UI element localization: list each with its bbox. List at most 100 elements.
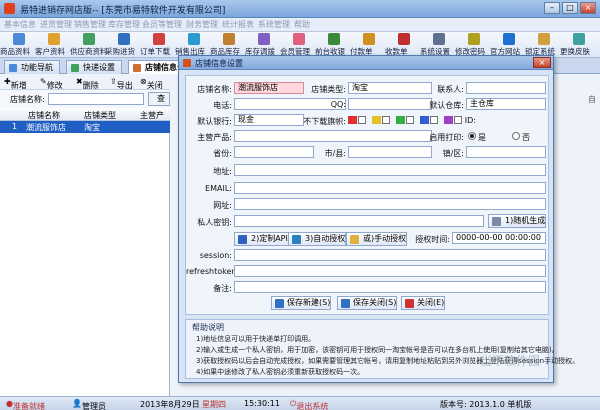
save-new-button[interactable]: 保存新建(S) bbox=[271, 296, 332, 310]
table-row[interactable]: 1 潮流服饰店 淘宝 bbox=[0, 121, 170, 133]
menu-item[interactable]: 销售管理 bbox=[74, 19, 106, 30]
tool-lock[interactable]: 锁定系统 bbox=[525, 33, 563, 56]
manual-auth-button[interactable]: 或)手动授权 bbox=[346, 232, 408, 246]
express-icon bbox=[71, 64, 79, 72]
close-icon[interactable]: × bbox=[533, 57, 551, 68]
green-flag-checkbox[interactable] bbox=[406, 116, 414, 124]
label-city: 市/县: bbox=[324, 149, 346, 158]
search-input[interactable] bbox=[48, 93, 144, 105]
tool-receipt[interactable]: 收款单 bbox=[385, 33, 423, 56]
tool-sales-out[interactable]: 销售出库 bbox=[175, 33, 213, 56]
window-title: 易特进销存网店版-- [东莞市易特软件开发有限公司] bbox=[20, 6, 226, 16]
tool-skin[interactable]: 更换皮肤 bbox=[560, 33, 598, 56]
tool-password[interactable]: 修改密码 bbox=[455, 33, 493, 56]
tool-members[interactable]: 会员管理 bbox=[280, 33, 318, 56]
row-shop-type: 淘宝 bbox=[84, 123, 100, 132]
download-icon bbox=[153, 33, 165, 45]
tool-stock[interactable]: 商品库存 bbox=[210, 33, 248, 56]
auth-time-field[interactable]: 0000-00-00 00:00:00 bbox=[452, 232, 546, 244]
search-button[interactable]: 查 bbox=[148, 92, 170, 106]
red-flag-checkbox[interactable] bbox=[358, 116, 366, 124]
close-icon[interactable]: × bbox=[580, 2, 596, 14]
add-button[interactable]: ✚ 新增 bbox=[4, 77, 27, 90]
export-button[interactable]: ⇪ 导出 bbox=[110, 77, 133, 90]
tool-products[interactable]: 商品资料 bbox=[0, 33, 38, 56]
email-field[interactable] bbox=[234, 182, 546, 194]
province-select[interactable] bbox=[234, 146, 314, 158]
blue-flag-checkbox[interactable] bbox=[430, 116, 438, 124]
refreshtoken-field[interactable] bbox=[234, 265, 546, 277]
edit-button[interactable]: ✎ 修改 bbox=[40, 77, 63, 90]
auto-auth-button[interactable]: 3)自动授权 bbox=[288, 232, 347, 246]
minimize-icon[interactable]: – bbox=[544, 2, 560, 14]
menu-item[interactable]: 基本信息 bbox=[4, 19, 36, 30]
menu-item[interactable]: 会员等管理 bbox=[142, 19, 182, 30]
tab-express[interactable]: 快递设置 bbox=[66, 60, 122, 74]
remark-field[interactable] bbox=[234, 281, 546, 293]
column-header[interactable]: 店铺类型 bbox=[84, 110, 116, 121]
custom-api-button[interactable]: 2)定制API bbox=[234, 232, 289, 246]
maximize-icon[interactable]: □ bbox=[562, 2, 578, 14]
tab-nav[interactable]: 功能导航 bbox=[4, 60, 60, 74]
label-district: 镇/区: bbox=[442, 149, 464, 158]
shop-icon bbox=[133, 64, 141, 72]
contact-field[interactable] bbox=[466, 82, 546, 94]
district-select[interactable] bbox=[466, 146, 546, 158]
label-default-warehouse: 默认仓库: bbox=[429, 101, 464, 110]
menu-item[interactable]: 库存管理 bbox=[108, 19, 140, 30]
menu-item[interactable]: 进货管理 bbox=[40, 19, 72, 30]
label-no-download-flag: 不下载旗帜: bbox=[303, 117, 346, 126]
main-products-field[interactable] bbox=[234, 130, 432, 142]
tool-settings[interactable]: 系统设置 bbox=[420, 33, 458, 56]
qq-field[interactable] bbox=[348, 98, 432, 110]
close-button[interactable]: ⊗ 关闭 bbox=[140, 77, 163, 90]
session-field[interactable] bbox=[234, 249, 546, 261]
print-no-radio[interactable] bbox=[512, 132, 520, 140]
status-date: 2013年8月29日 bbox=[140, 400, 200, 409]
tool-customers[interactable]: 客户资料 bbox=[35, 33, 73, 56]
window-controls: – □ × bbox=[544, 2, 596, 14]
menu-item[interactable]: 系统管理 bbox=[258, 19, 290, 30]
app-icon bbox=[4, 3, 15, 14]
menu-item[interactable]: 财务管理 bbox=[186, 19, 218, 30]
delete-button[interactable]: ✖ 删除 bbox=[76, 77, 99, 90]
close-dialog-button[interactable]: 关闭(E) bbox=[401, 296, 446, 310]
print-yes-radio[interactable] bbox=[468, 132, 476, 140]
label-phone: 电话: bbox=[213, 101, 232, 110]
watermark: 当下软件园 bbox=[480, 354, 541, 368]
city-select[interactable] bbox=[348, 146, 432, 158]
search-bar: 店铺名称: 查 bbox=[0, 90, 170, 108]
payment-icon bbox=[363, 33, 375, 45]
box-icon bbox=[13, 33, 25, 45]
private-key-field[interactable] bbox=[234, 215, 484, 227]
shop-settings-dialog: 店铺信息设置 × 店铺名称: 潮流服饰店 店铺类型: 淘宝 联系人: 电话: Q… bbox=[178, 55, 579, 383]
website-field[interactable] bbox=[234, 198, 546, 210]
yellow-flag-checkbox[interactable] bbox=[382, 116, 390, 124]
label-main-products: 主营产品: bbox=[197, 133, 232, 142]
tool-pos[interactable]: 前台收银 bbox=[315, 33, 353, 56]
column-header[interactable]: 店铺名称 bbox=[28, 110, 60, 121]
tool-transfer[interactable]: 库存调拨 bbox=[245, 33, 283, 56]
menu-item[interactable]: 帮助 bbox=[294, 19, 310, 30]
column-header[interactable]: 主营产 bbox=[140, 110, 164, 121]
shop-type-select[interactable]: 淘宝 bbox=[348, 82, 432, 94]
random-generate-button[interactable]: 1)随机生成 bbox=[488, 214, 547, 228]
warehouse-select[interactable]: 主仓库 bbox=[466, 98, 546, 110]
menu-item[interactable]: 统计报表 bbox=[222, 19, 254, 30]
palette-icon bbox=[573, 33, 585, 45]
dialog-title: 店铺信息设置 bbox=[195, 59, 243, 68]
help-line: 4)如果中途修改了私人密钥必须重新获取授权码一次。 bbox=[196, 368, 365, 376]
tool-website[interactable]: 官方网站 bbox=[490, 33, 528, 56]
label-address: 地址: bbox=[213, 167, 232, 176]
gear-icon bbox=[433, 33, 445, 45]
exit-button[interactable]: ⏻ 退出系统 bbox=[290, 399, 328, 410]
save-close-button[interactable]: 保存关闭(S) bbox=[337, 296, 398, 310]
address-field[interactable] bbox=[234, 164, 546, 176]
tool-suppliers[interactable]: 供应商资料 bbox=[70, 33, 108, 56]
bank-select[interactable]: 现金 bbox=[234, 114, 304, 126]
tool-order-download[interactable]: 订单下载 bbox=[140, 33, 178, 56]
tool-purchase[interactable]: 采购进货 bbox=[105, 33, 143, 56]
shop-name-field[interactable]: 潮流服饰店 bbox=[234, 82, 304, 94]
hand-icon bbox=[350, 235, 359, 244]
tool-payment[interactable]: 付款单 bbox=[350, 33, 388, 56]
